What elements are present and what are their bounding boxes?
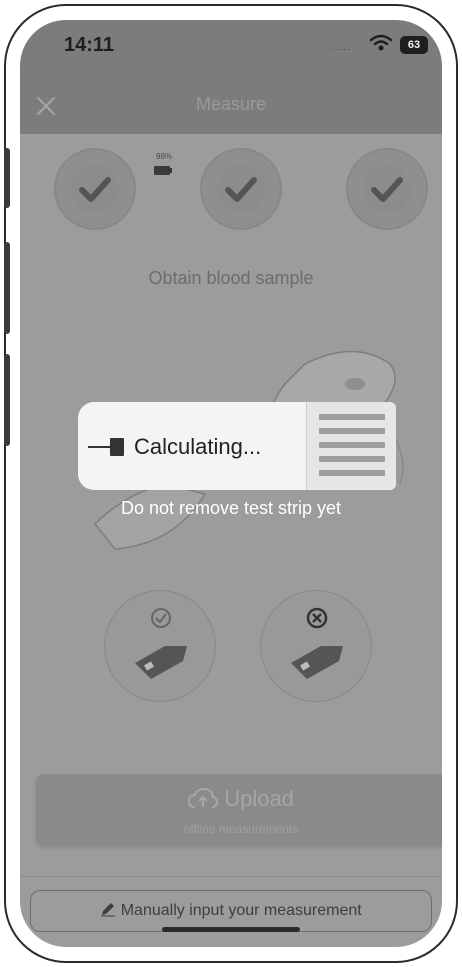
strip-warning-text: Do not remove test strip yet — [120, 498, 342, 518]
invalid-strip-example — [260, 590, 372, 702]
status-bar: 14:11 ..... 63 — [20, 20, 442, 76]
valid-strip-example — [104, 590, 216, 702]
strip-lines-icon — [306, 402, 396, 490]
meter-battery-level: 98% — [156, 152, 173, 161]
nav-bar: Measure — [20, 76, 442, 134]
main-content: 98% Obtain blood sample Upload offline m… — [20, 134, 442, 947]
battery-icon: 63 — [400, 36, 428, 54]
step-insert-strip — [54, 148, 136, 230]
x-circle-strip-icon — [291, 607, 343, 679]
cloud-upload-icon — [188, 787, 219, 808]
divider — [20, 876, 442, 877]
manual-input-button[interactable]: Manually input your measurement — [30, 890, 432, 932]
check-icon — [363, 165, 411, 213]
upload-label: Upload — [36, 786, 442, 812]
mute-switch — [4, 148, 10, 208]
wifi-icon — [370, 34, 392, 51]
home-indicator[interactable] — [162, 927, 300, 932]
check-icon — [217, 165, 265, 213]
step-connect-meter — [200, 148, 282, 230]
strip-icon — [110, 438, 124, 456]
calculating-card: Calculating... — [78, 402, 396, 490]
check-circle-strip-icon — [135, 608, 187, 679]
pencil-icon — [101, 903, 116, 917]
manual-input-label: Manually input your measurement — [120, 902, 362, 919]
step-apply-blood — [346, 148, 428, 230]
strip-line — [88, 446, 110, 448]
upload-button[interactable]: Upload offline measurements — [36, 774, 442, 846]
upload-text: Upload — [224, 786, 294, 811]
volume-up-button — [4, 242, 10, 334]
upload-sublabel: offline measurements — [183, 822, 299, 836]
instruction-text: Obtain blood sample — [148, 268, 314, 288]
cellular-signal-icon: ..... — [332, 42, 351, 53]
calculating-label: Calculating... — [134, 434, 262, 459]
check-icon — [71, 165, 119, 213]
volume-down-button — [4, 354, 10, 446]
status-time: 14:11 — [64, 34, 115, 56]
page-title: Measure — [195, 94, 267, 114]
